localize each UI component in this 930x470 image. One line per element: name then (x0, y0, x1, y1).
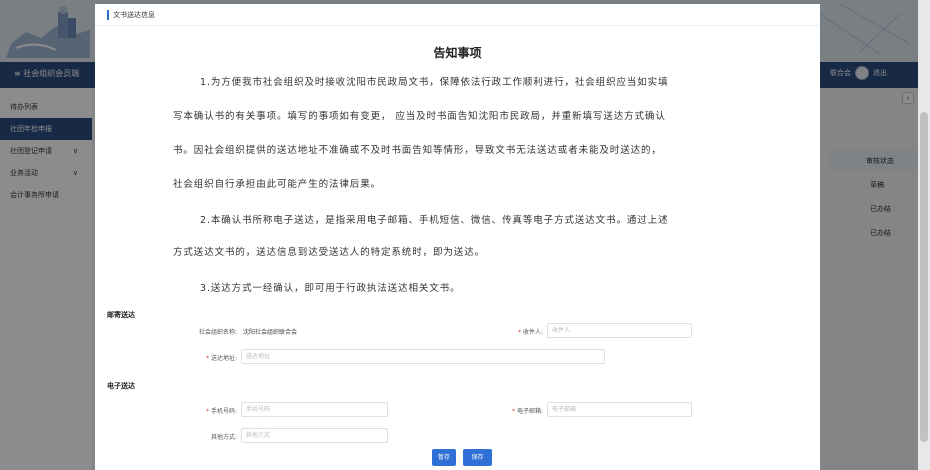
email-input[interactable] (547, 402, 692, 417)
notice-paragraph-2-end: 方式送达文书的，送达信息到达受送达人的特定系统时，即为送达。 (173, 247, 486, 258)
required-mark: * (205, 355, 209, 362)
notice-paragraph-1-end: 社会组织自行承担由此可能产生的法律后果。 (173, 179, 382, 190)
recipient-input[interactable] (547, 323, 692, 338)
dialog-header: 文书送达信息 (95, 4, 820, 26)
scrollbar-thumb[interactable] (920, 112, 928, 442)
save-button[interactable]: 保存 (463, 449, 492, 466)
address-label-text: 送达地址: (210, 355, 237, 362)
phone-label-text: 手机号码: (210, 408, 237, 415)
address-label: * 送达地址: (175, 353, 237, 362)
address-input[interactable] (241, 349, 605, 364)
org-name-label: 社会组织名称: (198, 329, 237, 336)
email-label-text: 电子邮箱: (516, 408, 543, 415)
notice-paragraph-1: 1.为方便我市社会组织及时接收沈阳市民政局文书，保障依法行政工作顺利进行，社会组… (200, 77, 669, 88)
save-draft-button[interactable]: 暂存 (432, 449, 456, 466)
email-label: * 电子邮箱: (485, 406, 543, 415)
org-name-value: 沈阳社会组织联合会 (243, 329, 298, 336)
required-mark: * (205, 408, 209, 415)
mail-section-title: 邮寄送达 (107, 311, 135, 319)
other-method-input[interactable] (241, 428, 388, 443)
document-delivery-dialog: 文书送达信息 告知事项 1.为方便我市社会组织及时接收沈阳市民政局文书，保障依法… (95, 4, 820, 470)
recipient-label-text: 收件人: (522, 329, 543, 336)
notice-paragraph-3: 3.送达方式一经确认，即可用于行政执法送达相关文书。 (200, 283, 461, 294)
required-mark: * (517, 329, 521, 336)
electronic-section-title: 电子送达 (107, 382, 135, 390)
notice-paragraph-2: 2.本确认书所称电子送达，是指采用电子邮箱、手机短信、微信、传真等电子方式送达文… (200, 215, 669, 226)
recipient-label: * 收件人: (495, 327, 543, 336)
notice-paragraph-1-cont: 书。因社会组织提供的送达地址不准确或不及时书面告知等情形，导致文书无法送达或者未… (173, 145, 662, 156)
notice-title: 告知事项 (433, 46, 482, 60)
header-accent-bar (107, 10, 109, 20)
phone-label: * 手机号码: (175, 406, 237, 415)
phone-input[interactable] (241, 402, 388, 417)
dialog-title: 文书送达信息 (113, 11, 155, 19)
notice-paragraph-1-cont: 写本确认书的有关事项。填写的事项如有变更， 应当及时书面告知沈阳市民政局，并重新… (173, 111, 666, 122)
required-mark: * (511, 408, 515, 415)
other-method-label: 其他方式: (210, 434, 237, 441)
